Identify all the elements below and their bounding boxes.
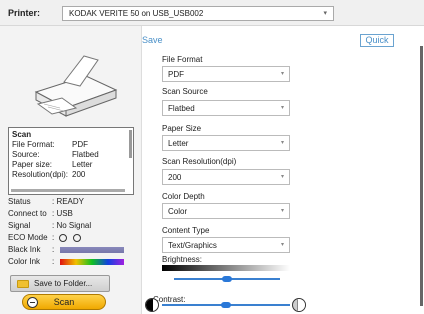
scan-summary-title: Scan xyxy=(12,130,32,139)
summary-key: File Format: xyxy=(12,140,55,149)
eco-row: ECO Mode : xyxy=(8,232,138,244)
printer-select[interactable]: KODAK VERITE 50 on USB_USB002 ▾ xyxy=(62,6,334,21)
summary-value: Flatbed xyxy=(72,150,99,159)
scan-source-value: Flatbed xyxy=(168,104,195,113)
chevron-down-icon: ▾ xyxy=(280,105,284,111)
summary-value: PDF xyxy=(72,140,88,149)
black-ink-row: Black Ink : xyxy=(8,244,138,256)
paper-size-value: Letter xyxy=(168,139,189,148)
low-contrast-icon xyxy=(145,298,159,312)
resolution-select[interactable]: 200 ▾ xyxy=(162,169,290,185)
printer-bar: Printer: KODAK VERITE 50 on USB_USB002 ▾ xyxy=(0,0,424,26)
chevron-down-icon: ▾ xyxy=(280,71,284,77)
file-format-select[interactable]: PDF ▾ xyxy=(162,66,290,82)
black-ink-level-bar xyxy=(60,246,125,253)
eco-value: : xyxy=(52,232,132,244)
chevron-down-icon: ▾ xyxy=(280,242,284,248)
eco-on-radio-icon[interactable] xyxy=(59,233,68,242)
high-contrast-icon xyxy=(292,298,306,312)
settings-scrollbar[interactable] xyxy=(420,46,423,306)
summary-value: 200 xyxy=(72,170,86,179)
content-type-select[interactable]: Text/Graphics ▾ xyxy=(162,237,290,253)
scan-source-select[interactable]: Flatbed ▾ xyxy=(162,100,290,116)
left-panel: Scan File Format: PDF Source: Flatbed Pa… xyxy=(0,26,142,314)
scan-source-label: Scan Source xyxy=(162,87,208,96)
black-ink-label: Black Ink xyxy=(8,245,41,254)
save-to-folder-label: Save to Folder... xyxy=(34,279,93,288)
summary-row: File Format: PDF xyxy=(12,140,130,150)
summary-value: Letter xyxy=(72,160,93,169)
summary-horizontal-scrollbar[interactable] xyxy=(11,189,125,192)
connect-row: Connect to : USB xyxy=(8,208,138,220)
eco-off-radio-icon[interactable] xyxy=(72,233,81,242)
summary-key: Resolution(dpi): xyxy=(12,170,69,179)
summary-row: Source: Flatbed xyxy=(12,150,130,160)
content-type-label: Content Type xyxy=(162,226,210,235)
eco-separator: : xyxy=(52,233,55,242)
brightness-slider-thumb[interactable] xyxy=(222,276,232,282)
file-format-label: File Format xyxy=(162,55,203,64)
brightness-label: Brightness: xyxy=(162,255,203,264)
tab-quick[interactable]: Quick xyxy=(360,34,394,47)
color-ink-label: Color Ink xyxy=(8,257,41,266)
chevron-down-icon: ▾ xyxy=(280,140,284,146)
scan-summary-box: Scan File Format: PDF Source: Flatbed Pa… xyxy=(8,127,134,195)
signal-label: Signal xyxy=(8,221,31,230)
status-row: Status : READY xyxy=(8,196,138,208)
brightness-gradient xyxy=(162,265,290,271)
scan-button-label: Scan xyxy=(53,297,75,307)
file-format-value: PDF xyxy=(168,70,184,79)
chevron-down-icon: ▾ xyxy=(280,174,284,180)
chevron-down-icon: ▾ xyxy=(323,10,327,17)
color-ink-value: : xyxy=(52,256,132,268)
settings-panel: Save Quick File Format PDF ▾ Scan Source… xyxy=(142,26,424,314)
color-depth-value: Color xyxy=(168,207,188,216)
paper-size-select[interactable]: Letter ▾ xyxy=(162,135,290,151)
color-ink-separator: : xyxy=(52,257,55,266)
save-to-folder-button[interactable]: Save to Folder... xyxy=(10,275,110,292)
printer-select-value: KODAK VERITE 50 on USB_USB002 xyxy=(69,9,204,18)
contrast-slider-thumb[interactable] xyxy=(221,302,231,308)
scan-icon xyxy=(27,297,38,308)
color-depth-label: Color Depth xyxy=(162,192,205,201)
folder-icon xyxy=(17,279,29,288)
summary-key: Source: xyxy=(12,150,40,159)
color-ink-level-bar xyxy=(60,258,125,265)
printer-icon xyxy=(34,55,118,117)
black-ink-value: : xyxy=(52,244,132,256)
summary-row: Paper size: Letter xyxy=(12,160,130,170)
color-ink-row: Color Ink : xyxy=(8,256,138,268)
scan-button[interactable]: Scan xyxy=(22,294,106,310)
color-depth-select[interactable]: Color ▾ xyxy=(162,203,290,219)
signal-value: : No Signal xyxy=(52,221,92,230)
chevron-down-icon: ▾ xyxy=(280,208,284,214)
eco-label: ECO Mode xyxy=(8,233,48,242)
status-label: Status xyxy=(8,197,31,206)
signal-row: Signal : No Signal xyxy=(8,220,138,232)
tab-save[interactable]: Save xyxy=(142,35,163,45)
status-panel: Status : READY Connect to : USB Signal :… xyxy=(8,196,138,268)
resolution-value: 200 xyxy=(168,173,182,182)
status-value: : READY xyxy=(52,197,85,206)
printer-label: Printer: xyxy=(8,8,41,18)
connect-label: Connect to xyxy=(8,209,47,218)
summary-row: Resolution(dpi): 200 xyxy=(12,170,130,180)
summary-vertical-scrollbar[interactable] xyxy=(129,130,132,158)
content-type-value: Text/Graphics xyxy=(168,241,217,250)
paper-size-label: Paper Size xyxy=(162,124,202,133)
connect-value: : USB xyxy=(52,209,73,218)
resolution-label: Scan Resolution(dpi) xyxy=(162,157,237,166)
summary-key: Paper size: xyxy=(12,160,53,169)
black-ink-separator: : xyxy=(52,245,55,254)
